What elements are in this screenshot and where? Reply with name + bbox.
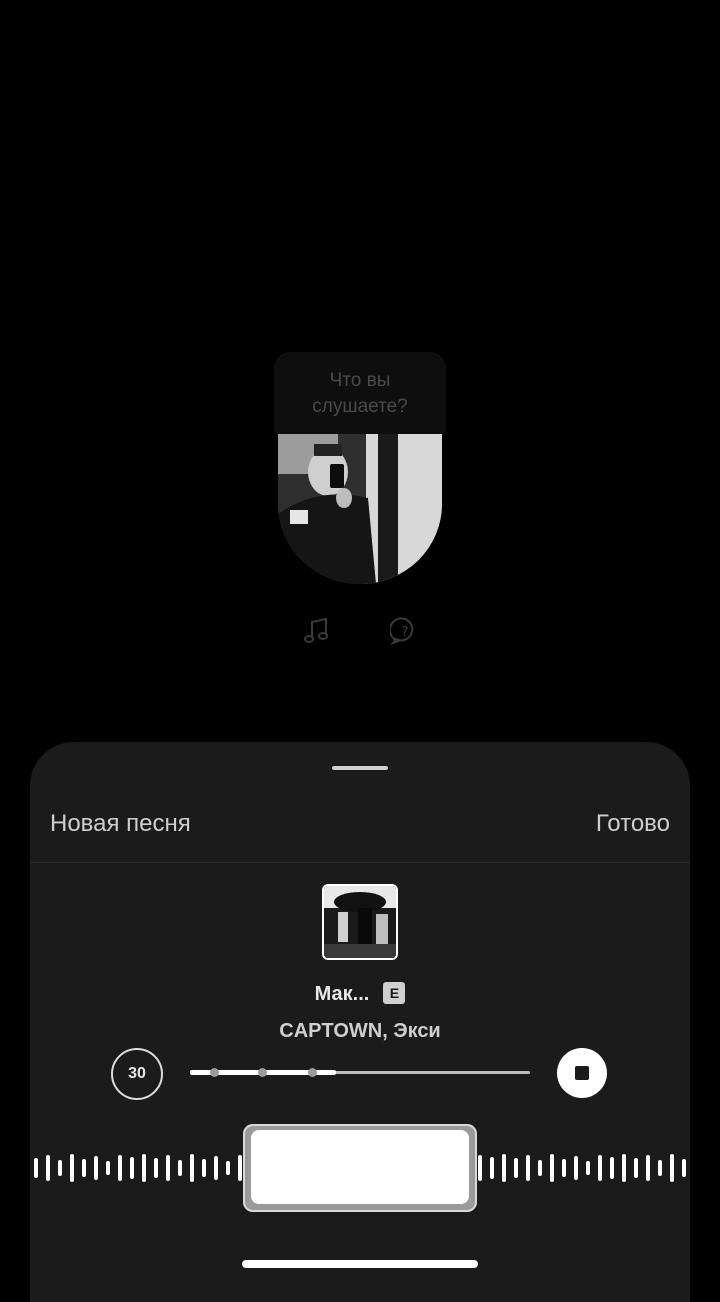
waveform-bar xyxy=(586,1161,590,1175)
waveform-bar xyxy=(670,1154,674,1182)
track-title-row: Мак... E xyxy=(30,982,690,1006)
waveform-bar xyxy=(34,1158,38,1178)
progress-marker xyxy=(308,1068,317,1077)
waveform-bar xyxy=(658,1160,662,1176)
clip-duration-label: 30 xyxy=(128,1065,146,1082)
waveform-bar xyxy=(118,1155,122,1181)
new-song-button[interactable]: Новая песня xyxy=(50,810,191,838)
sheet-drag-handle[interactable] xyxy=(332,766,388,770)
waveform-bar xyxy=(574,1156,578,1180)
waveform-bar xyxy=(526,1155,530,1181)
waveform-bar xyxy=(238,1155,242,1181)
done-button[interactable]: Готово xyxy=(596,810,670,838)
waveform-bar xyxy=(550,1154,554,1182)
waveform-bar xyxy=(190,1154,194,1182)
waveform-bar xyxy=(502,1154,506,1182)
waveform-bar xyxy=(214,1156,218,1180)
waveform-bar xyxy=(178,1160,182,1176)
home-indicator[interactable] xyxy=(242,1260,478,1268)
story-avatar xyxy=(278,434,442,584)
track-artist: CAPTOWN, Экси xyxy=(279,1020,441,1042)
progress-marker xyxy=(258,1068,267,1077)
waveform-bar xyxy=(514,1158,518,1178)
waveform-bar xyxy=(682,1159,686,1177)
waveform-bar xyxy=(166,1155,170,1181)
waveform-bar xyxy=(562,1159,566,1177)
explicit-badge: E xyxy=(383,982,406,1004)
waveform-bar xyxy=(622,1154,626,1182)
waveform-bar xyxy=(478,1155,482,1181)
waveform-bar xyxy=(646,1155,650,1181)
track-title: Мак... xyxy=(314,983,370,1005)
waveform-bar xyxy=(598,1155,602,1181)
music-note-icon[interactable] xyxy=(301,616,331,646)
waveform-bar xyxy=(610,1157,614,1179)
playback-progress-bar[interactable] xyxy=(190,1068,530,1077)
stop-icon xyxy=(575,1066,589,1080)
svg-text:?: ? xyxy=(402,625,409,640)
stop-button[interactable] xyxy=(557,1048,607,1098)
music-bottom-sheet: Новая песня Готово Мак... E CAPTOWN, Экси… xyxy=(30,742,690,1302)
waveform-bar xyxy=(82,1159,86,1177)
waveform-bar xyxy=(70,1154,74,1182)
waveform-bar xyxy=(130,1157,134,1179)
clip-selection-inner xyxy=(251,1130,469,1204)
waveform-bar xyxy=(154,1158,158,1178)
waveform-bar xyxy=(46,1155,50,1181)
waveform-bar xyxy=(538,1160,542,1176)
waveform-bar xyxy=(202,1159,206,1177)
question-text: Что вы слушаете? xyxy=(312,370,408,417)
waveform-bar xyxy=(490,1157,494,1179)
waveform-bar xyxy=(106,1161,110,1175)
clip-selection-window[interactable] xyxy=(243,1124,477,1212)
question-sticker[interactable]: Что вы слушаете? xyxy=(274,352,446,436)
progress-marker xyxy=(210,1068,219,1077)
question-bubble-icon[interactable]: ? xyxy=(390,616,420,646)
sheet-header: Новая песня Готово xyxy=(30,802,690,863)
clip-duration-button[interactable]: 30 xyxy=(111,1048,163,1100)
album-cover xyxy=(322,884,398,960)
waveform-bar xyxy=(142,1154,146,1182)
waveform-bar xyxy=(226,1161,230,1175)
waveform-bar xyxy=(94,1156,98,1180)
waveform-bar xyxy=(58,1160,62,1176)
waveform-bar xyxy=(634,1158,638,1178)
